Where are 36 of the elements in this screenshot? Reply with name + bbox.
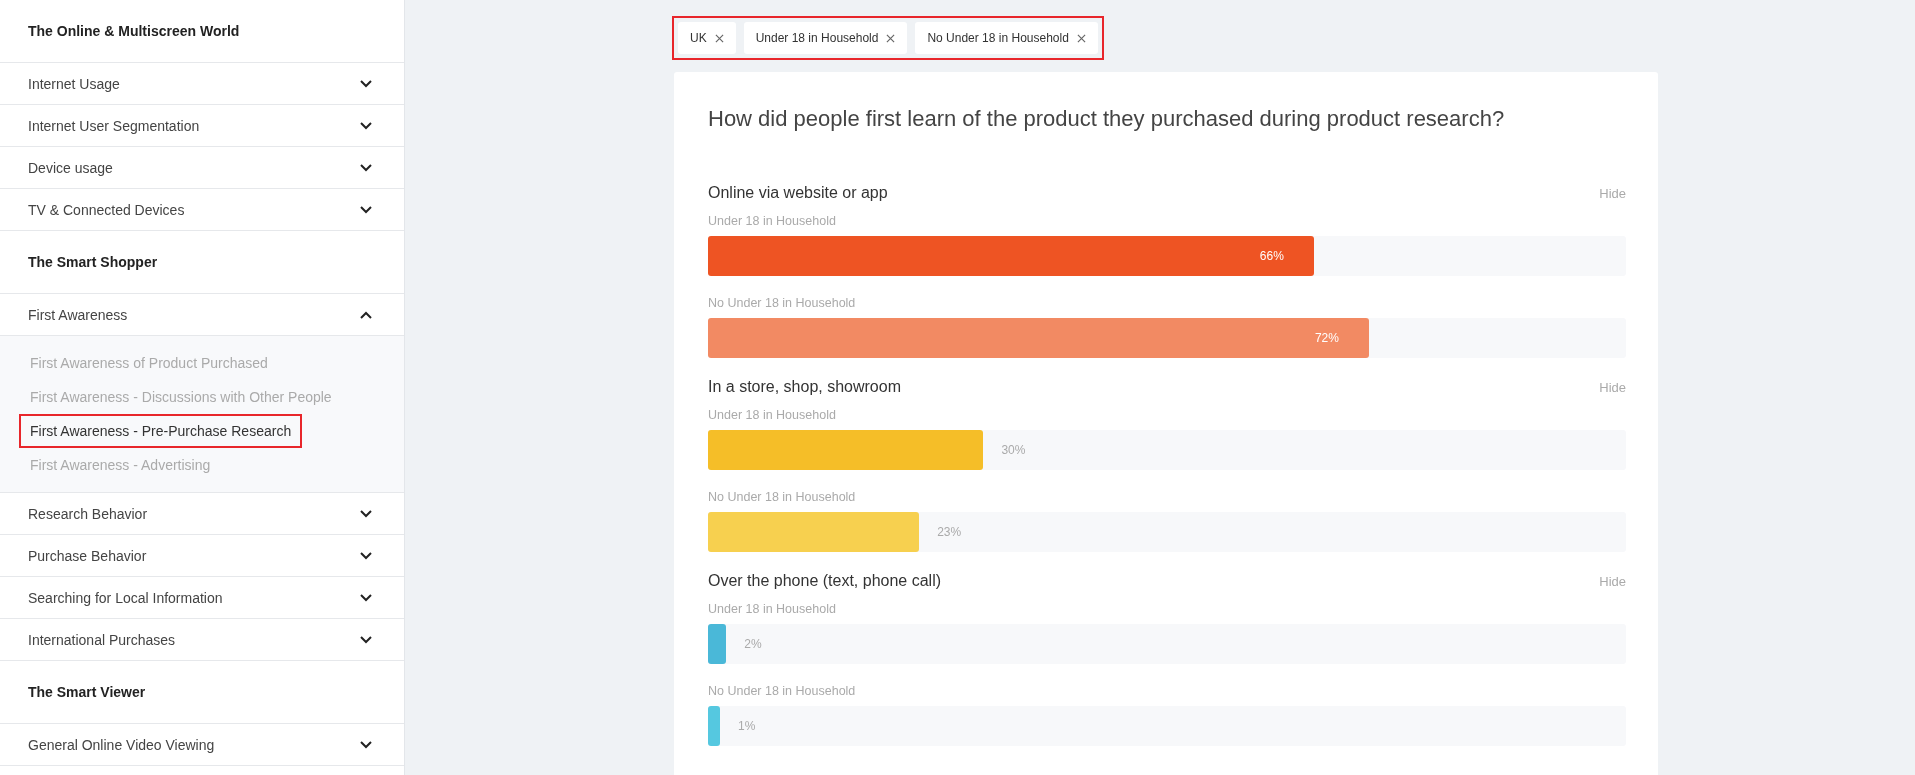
percent-label: 2%: [744, 637, 762, 651]
percent-label: 72%: [1314, 331, 1340, 345]
nav-item[interactable]: Searching for Local Information: [28, 589, 223, 606]
answer-label: Over the phone (text, phone call): [708, 572, 942, 590]
percent-label: 66%: [1259, 249, 1285, 263]
section-heading: The Online & Multiscreen World: [0, 0, 404, 63]
filter-chip[interactable]: No Under 18 in Household: [915, 22, 1098, 54]
series-label: No Under 18 in Household: [708, 490, 857, 504]
section-heading: The Smart Viewer: [0, 661, 404, 724]
series-label: Under 18 in Household: [708, 602, 837, 616]
nav-subitem[interactable]: First Awareness - Pre-Purchase Research: [19, 414, 303, 448]
close-icon: [1076, 33, 1086, 43]
question-title: How did people first learn of the product they purchased during product research?: [708, 106, 1506, 132]
nav-item[interactable]: Research Behavior: [28, 505, 148, 522]
filter-chip[interactable]: UK: [678, 22, 736, 54]
nav-item[interactable]: General Online Video Viewing: [28, 736, 215, 753]
nav-item[interactable]: International Purchases: [28, 631, 176, 648]
nav-item[interactable]: Internet User Segmentation: [28, 117, 200, 134]
nav-item[interactable]: Purchase Behavior: [28, 547, 147, 564]
nav-item[interactable]: TV & Connected Devices: [28, 201, 185, 218]
filter-chip[interactable]: Under 18 in Household: [743, 22, 908, 54]
answer-label: Online via website or app: [708, 184, 888, 202]
series-label: No Under 18 in Household: [708, 684, 857, 698]
percent-label: 30%: [1001, 443, 1026, 457]
series-label: Under 18 in Household: [708, 408, 837, 422]
nav-item[interactable]: Internet Usage: [28, 75, 120, 92]
answer-label: In a store, shop, showroom: [708, 378, 901, 396]
series-label: No Under 18 in Household: [708, 296, 857, 310]
percent-label: 23%: [937, 525, 962, 539]
nav-item[interactable]: Device usage: [28, 159, 113, 176]
series-label: Under 18 in Household: [708, 214, 837, 228]
close-icon: [714, 33, 724, 43]
percent-label: 1%: [738, 719, 756, 733]
nav-item[interactable]: First Awareness: [28, 306, 128, 323]
close-icon: [886, 33, 896, 43]
section-heading: The Smart Shopper: [0, 231, 404, 294]
